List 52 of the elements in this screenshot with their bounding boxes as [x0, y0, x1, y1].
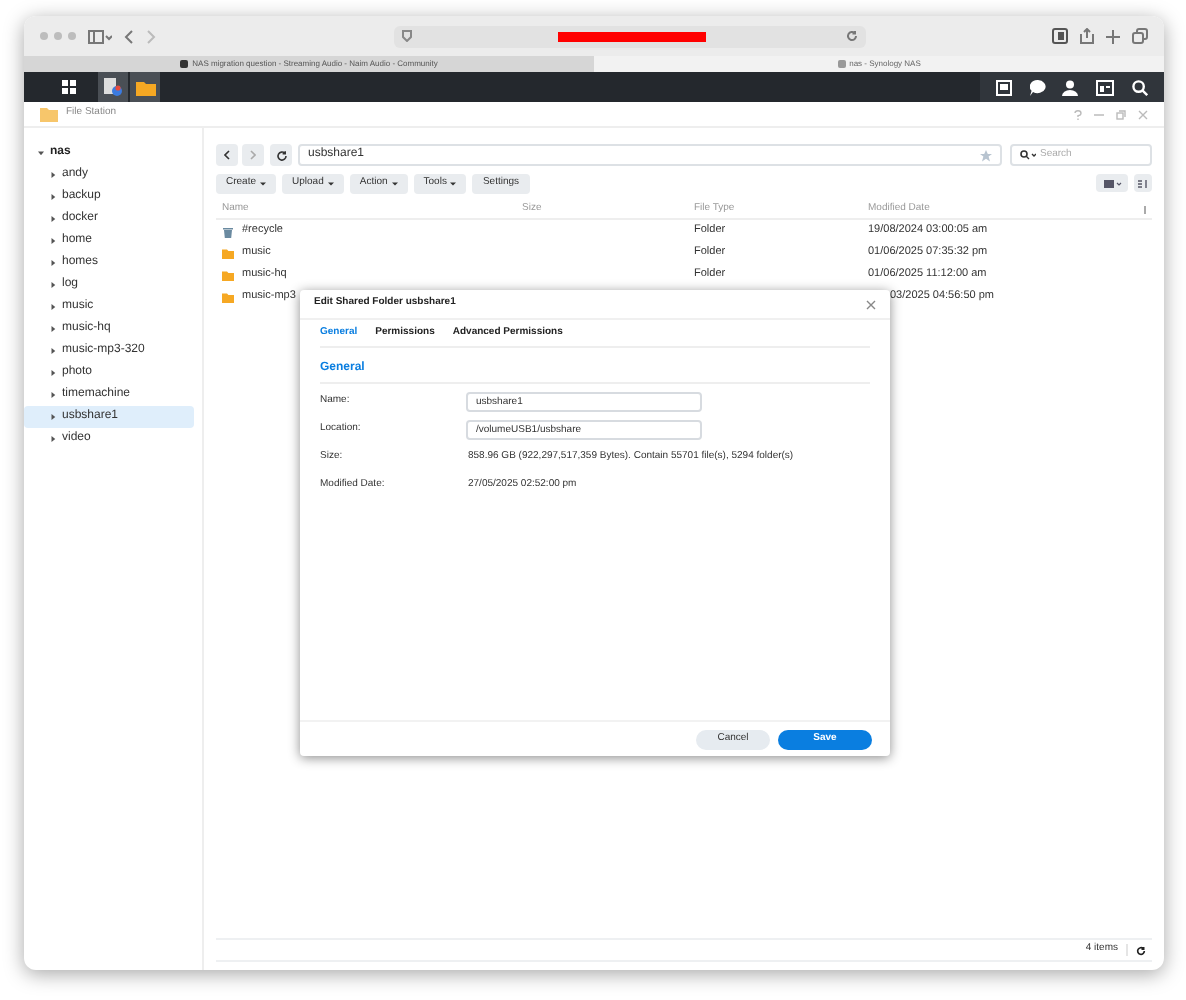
- caret-icon: [50, 326, 56, 332]
- folder-icon: [135, 79, 155, 95]
- trash-icon: [222, 225, 234, 237]
- grid-icon: [62, 80, 76, 94]
- list-icon: [1103, 179, 1121, 187]
- caret-icon: [50, 172, 56, 178]
- caret-icon: [50, 282, 56, 288]
- plus-icon[interactable]: [1106, 29, 1120, 43]
- search-icon: [1020, 150, 1036, 160]
- back-icon[interactable]: [124, 29, 134, 43]
- caret-icon: [50, 348, 56, 354]
- caret-icon: [38, 150, 44, 156]
- chat-icon[interactable]: [1029, 79, 1046, 95]
- sidebar-icon[interactable]: [88, 29, 112, 43]
- caret-icon: [50, 304, 56, 310]
- caret-icon: [50, 238, 56, 244]
- dashboard-icon[interactable]: [1096, 79, 1115, 95]
- caret-icon: [50, 260, 56, 266]
- close-icon[interactable]: [866, 299, 876, 309]
- caret-icon: [50, 392, 56, 398]
- star-icon[interactable]: [980, 149, 992, 161]
- reader-icon[interactable]: [1052, 28, 1068, 44]
- chevron-left-icon: [224, 150, 230, 160]
- folder-icon: [40, 106, 58, 122]
- shield-icon: [402, 30, 412, 42]
- refresh-icon[interactable]: [1136, 945, 1146, 955]
- sort-icon: [1138, 179, 1148, 187]
- user-icon[interactable]: [1062, 79, 1079, 95]
- address-field[interactable]: [394, 25, 866, 47]
- refresh-icon: [275, 149, 287, 161]
- search-icon[interactable]: [1131, 79, 1148, 95]
- caret-icon: [50, 194, 56, 200]
- chevron-right-icon: [250, 150, 256, 160]
- app-button[interactable]: [98, 72, 128, 102]
- caret-icon: [50, 370, 56, 376]
- reload-icon[interactable]: [846, 30, 858, 42]
- file-station-button[interactable]: [130, 72, 160, 102]
- caret-icon: [50, 216, 56, 222]
- caret-icon: [50, 436, 56, 442]
- favicon-icon: [837, 60, 846, 68]
- help-icon[interactable]: [1074, 109, 1082, 119]
- view-mode-button[interactable]: [1096, 174, 1128, 192]
- close-icon[interactable]: [1138, 109, 1148, 119]
- caret-icon: [50, 414, 56, 420]
- tabs-overview-icon[interactable]: [1132, 28, 1148, 44]
- refresh-button[interactable]: [270, 144, 292, 166]
- favicon-icon: [180, 60, 189, 68]
- sort-button[interactable]: [1134, 174, 1152, 192]
- app-icon: [104, 78, 122, 96]
- share-icon[interactable]: [1080, 28, 1094, 44]
- widget-icon[interactable]: [996, 79, 1013, 95]
- back-button[interactable]: [216, 144, 238, 166]
